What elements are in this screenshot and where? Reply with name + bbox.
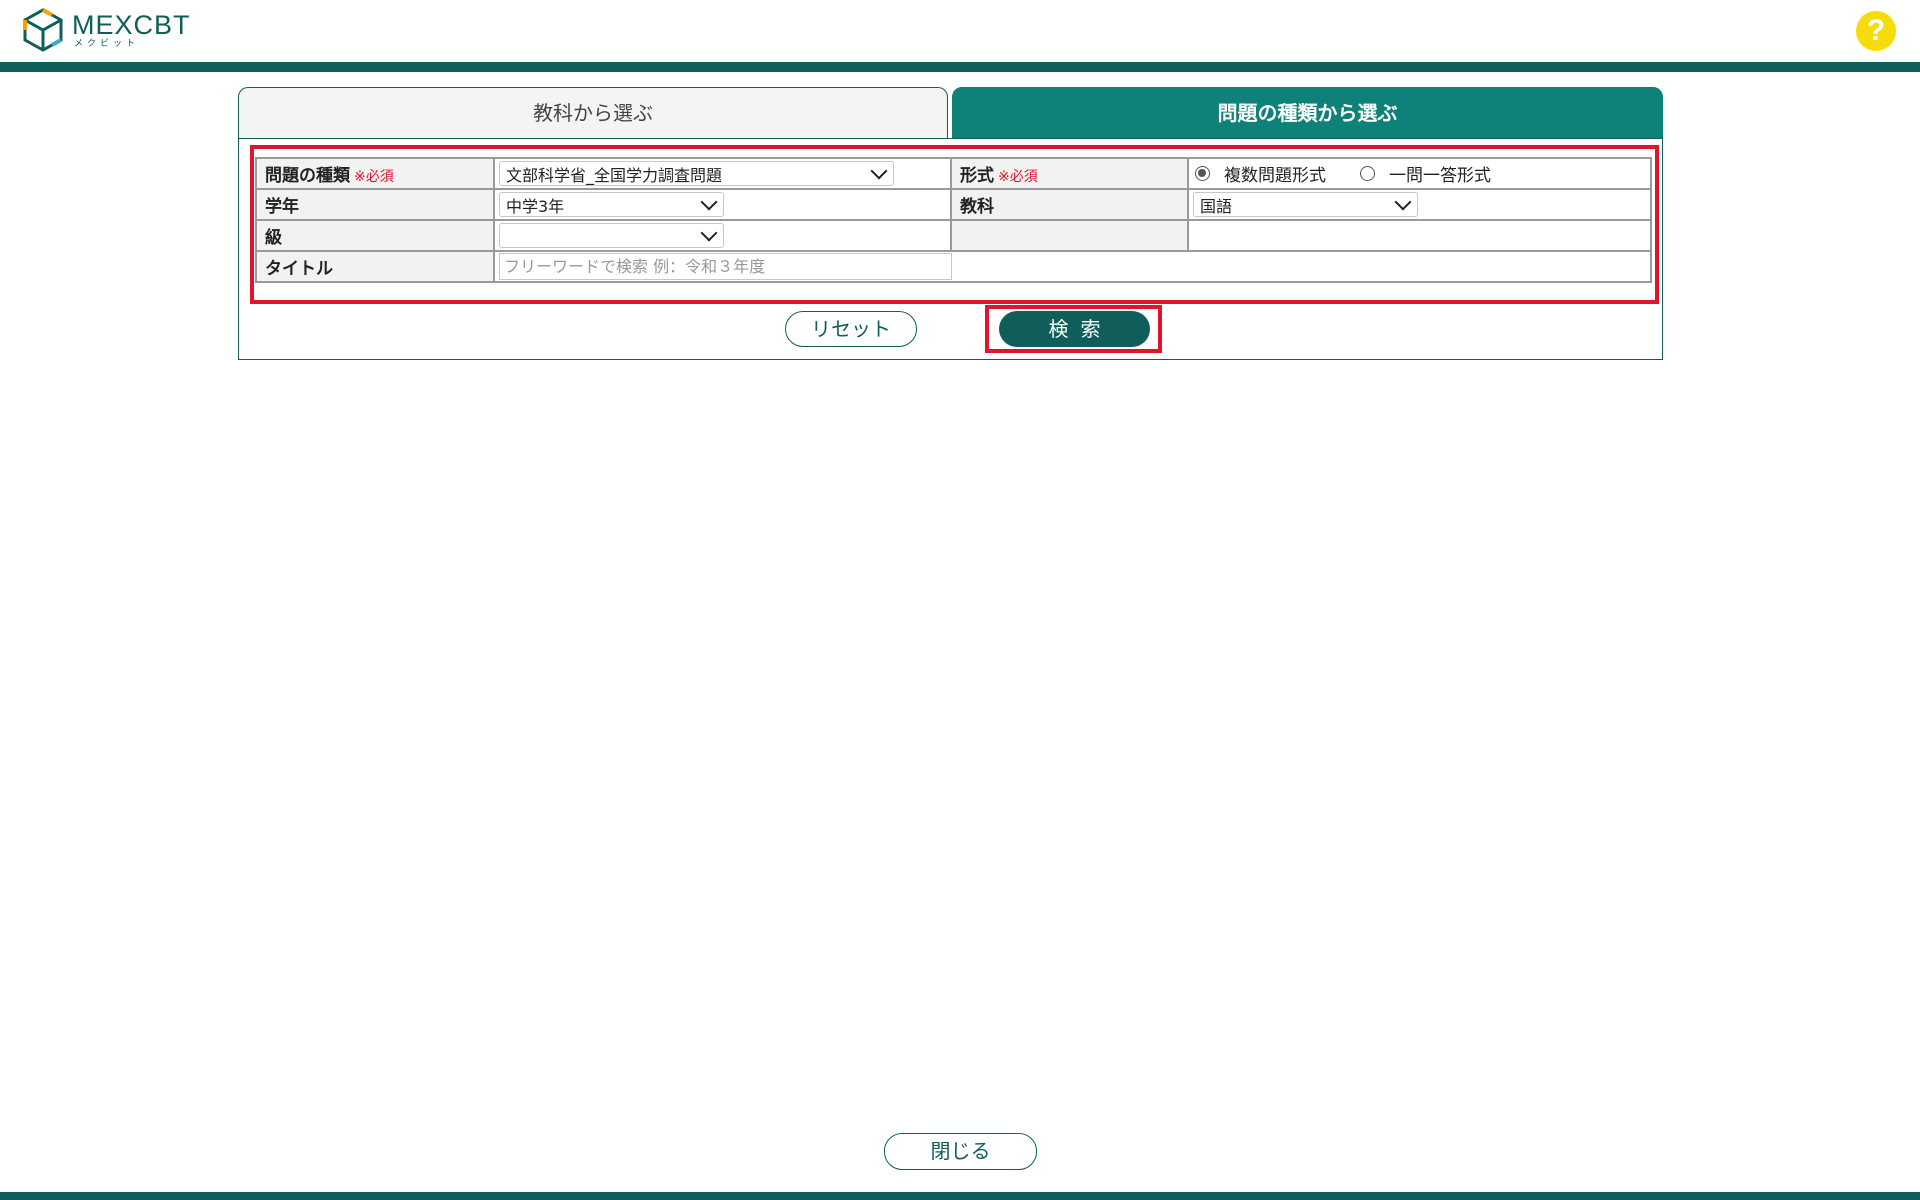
header: MEXCBT メクビット ? [0,0,1920,62]
reset-button[interactable]: リセット [785,311,917,347]
mexcbt-logo[interactable]: MEXCBT メクビット [22,8,191,52]
header-bar [0,62,1920,72]
close-button[interactable]: 閉じる [884,1133,1037,1170]
cube-logo-icon [23,8,63,52]
logo-text: MEXCBT [72,10,191,40]
help-icon[interactable]: ? [1856,11,1896,51]
search-button-highlight-frame [985,305,1162,353]
tab-select-by-problem-type[interactable]: 問題の種類から選ぶ [952,87,1663,138]
logo-subtext: メクビット [74,39,140,49]
footer-bar [0,1192,1920,1200]
form-highlight-frame [250,145,1659,304]
tab-select-by-subject[interactable]: 教科から選ぶ [238,87,948,138]
